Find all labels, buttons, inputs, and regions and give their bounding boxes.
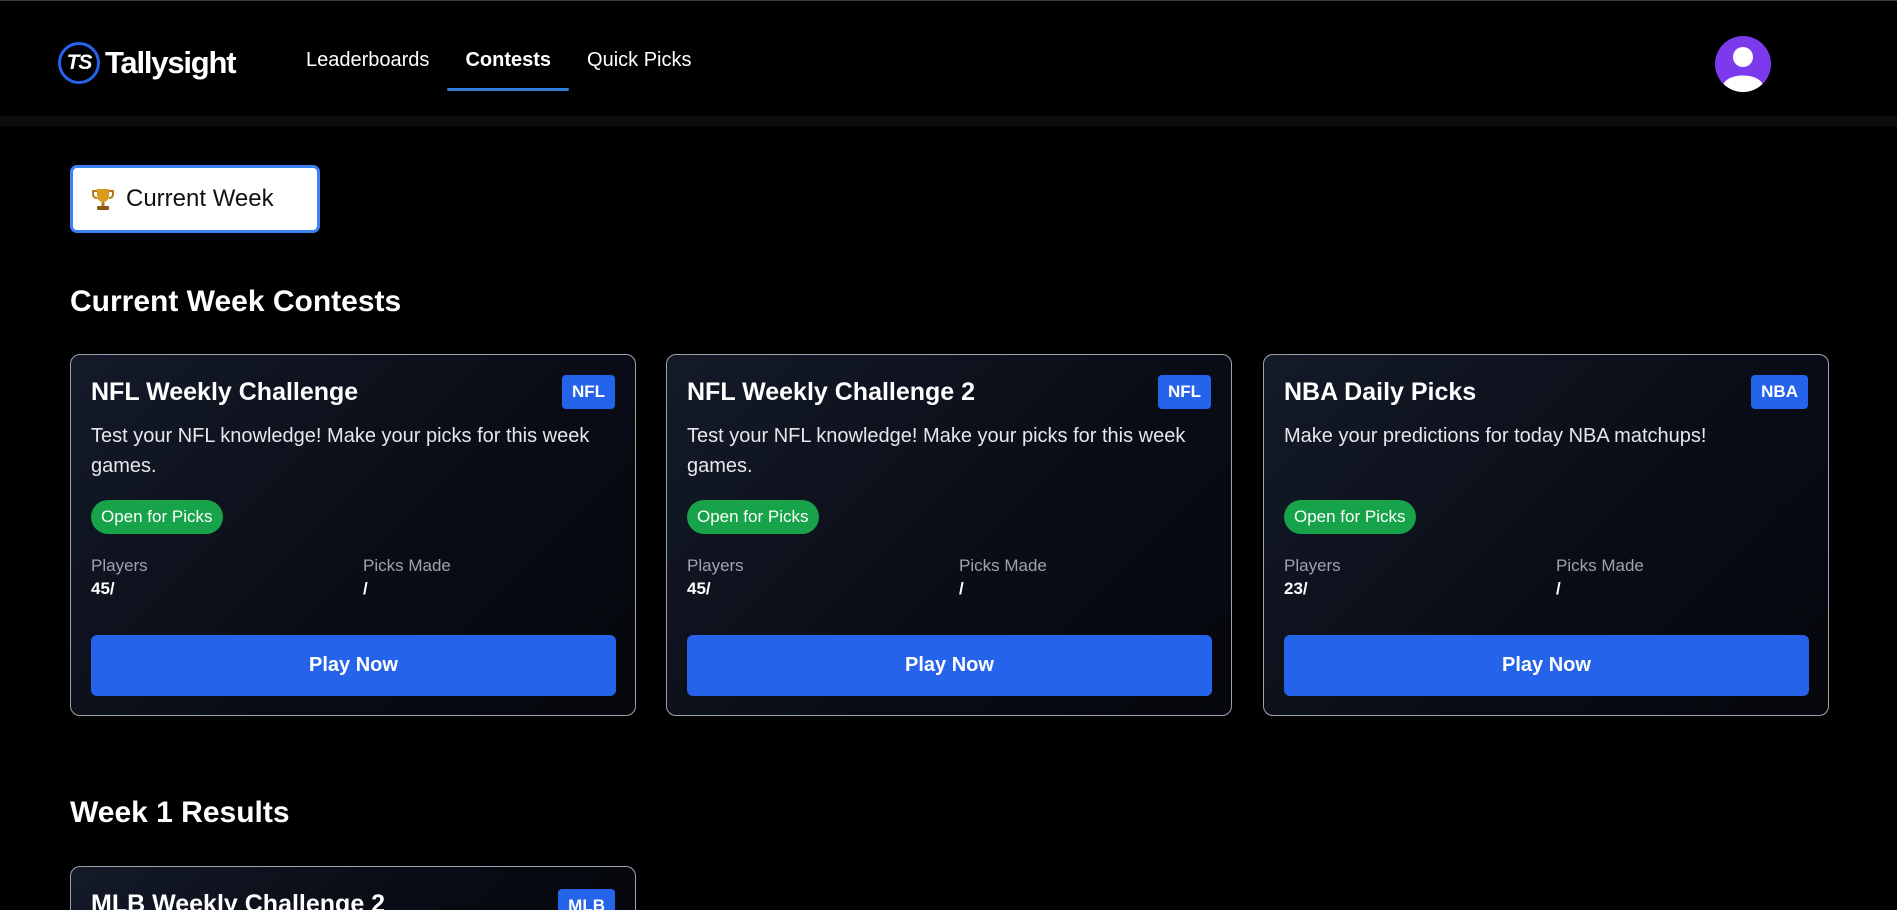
picks-value: / [959, 579, 964, 598]
main-nav: Leaderboards Contests Quick Picks [288, 31, 709, 91]
picks-stat: Picks Made / [363, 556, 451, 599]
contest-description: Test your NFL knowledge! Make your picks… [91, 425, 590, 477]
players-label: Players [687, 556, 744, 575]
players-value: 23/ [1284, 579, 1308, 598]
players-stat: Players 23/ [1284, 556, 1341, 599]
players-value: 45/ [91, 579, 115, 598]
brand-name: Tallysight [105, 45, 237, 80]
nav-item-quick-picks[interactable]: Quick Picks [569, 31, 709, 91]
logo-mark-icon: TS [58, 42, 100, 84]
header-divider [0, 116, 1897, 126]
league-badge: NFL [561, 375, 615, 409]
contest-title: NBA Daily Picks [1284, 378, 1477, 406]
result-title: MLB Weekly Challenge 2 [91, 890, 386, 910]
nav-item-leaderboards[interactable]: Leaderboards [288, 31, 447, 91]
brand-logo[interactable]: TS Tallysight [58, 39, 237, 87]
picks-value: / [363, 579, 368, 598]
contest-description: Make your predictions for today NBA matc… [1284, 425, 1707, 447]
contest-description: Test your NFL knowledge! Make your picks… [687, 425, 1186, 477]
result-card: MLB Weekly Challenge 2 MLB [70, 866, 636, 910]
players-stat: Players 45/ [687, 556, 744, 599]
picks-label: Picks Made [1556, 556, 1644, 575]
week-filter-button[interactable]: Current Week [70, 165, 320, 233]
players-stat: Players 45/ [91, 556, 148, 599]
play-now-button[interactable]: Play Now [1284, 635, 1809, 696]
picks-stat: Picks Made / [1556, 556, 1644, 599]
picks-label: Picks Made [959, 556, 1047, 575]
user-avatar[interactable] [1715, 36, 1771, 92]
league-badge: NBA [1751, 375, 1808, 409]
picks-label: Picks Made [363, 556, 451, 575]
contest-title: NFL Weekly Challenge [91, 378, 359, 406]
current-week-heading: Current Week Contests [70, 285, 402, 318]
user-avatar-icon [1723, 47, 1763, 92]
picks-value: / [1556, 579, 1561, 598]
players-label: Players [1284, 556, 1341, 575]
status-badge: Open for Picks [687, 500, 819, 534]
contest-title: NFL Weekly Challenge 2 [687, 378, 976, 406]
trophy-icon [92, 187, 114, 211]
players-value: 45/ [687, 579, 711, 598]
league-badge: MLB [558, 889, 615, 910]
contest-card: NFL Weekly Challenge 2 NFL Test your NFL… [666, 354, 1232, 716]
players-label: Players [91, 556, 148, 575]
play-now-button[interactable]: Play Now [687, 635, 1212, 696]
week-filter-label: Current Week [126, 185, 274, 212]
play-now-button[interactable]: Play Now [91, 635, 616, 696]
nav-item-contests[interactable]: Contests [447, 31, 569, 91]
status-badge: Open for Picks [91, 500, 223, 534]
status-badge: Open for Picks [1284, 500, 1416, 534]
league-badge: NFL [1157, 375, 1211, 409]
contest-card: NFL Weekly Challenge NFL Test your NFL k… [70, 354, 636, 716]
contest-card: NBA Daily Picks NBA Make your prediction… [1263, 354, 1829, 716]
week-1-results-heading: Week 1 Results [70, 796, 290, 829]
app-header: TS Tallysight Leaderboards Contests Quic… [0, 1, 1897, 116]
picks-stat: Picks Made / [959, 556, 1047, 599]
